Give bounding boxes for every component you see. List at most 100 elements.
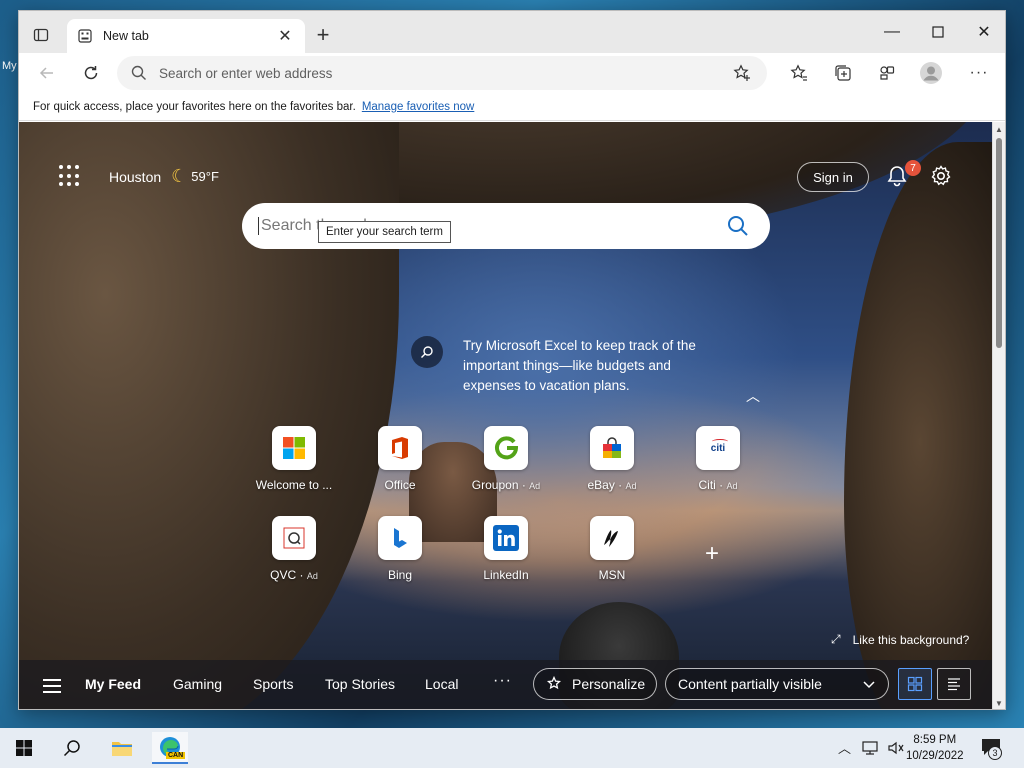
scroll-up-arrow-icon[interactable]: ▲ (995, 125, 1003, 134)
collapse-chevron-up-icon[interactable]: ︿ (746, 386, 760, 406)
quick-link-label: Bing (387, 568, 413, 582)
system-clock[interactable]: 8:59 PM 10/29/2022 (906, 732, 964, 764)
quick-link-tile[interactable]: Groupon · Ad (461, 426, 551, 492)
start-button[interactable] (6, 732, 42, 764)
groupon-icon (484, 426, 528, 470)
like-background-link[interactable]: ⤢ Like this background? (831, 632, 969, 647)
add-shortcut-plus-icon[interactable]: + (705, 540, 719, 568)
taskbar: CAN ︿ 8:59 PM 10/29/2022 3 (0, 728, 1024, 768)
quick-link-label: Groupon · Ad (471, 478, 541, 492)
windows-logo-icon (16, 740, 32, 756)
quick-link-tile[interactable]: Bing (355, 516, 445, 582)
personalize-sparkle-icon (546, 676, 562, 690)
promo-banner[interactable]: Try Microsoft Excel to keep track of the… (411, 336, 715, 396)
system-tray: ︿ (838, 738, 905, 757)
quick-link-tile[interactable]: Office (355, 426, 445, 492)
tab-title: New tab (103, 29, 149, 43)
volume-mute-icon[interactable] (887, 740, 905, 756)
minimize-button[interactable]: — (869, 11, 915, 53)
feed-tab-local[interactable]: Local (425, 676, 458, 692)
scrollbar-thumb[interactable] (996, 138, 1002, 348)
quick-link-label: QVC · Ad (270, 568, 318, 582)
search-promo-icon (411, 336, 443, 368)
new-tab-icon (77, 28, 93, 44)
quick-link-tile[interactable]: Welcome to ... (249, 426, 339, 492)
collections-button[interactable] (827, 57, 859, 89)
page-scrollbar[interactable]: ▲ ▼ (992, 122, 1005, 709)
tab-actions-button[interactable] (27, 23, 55, 47)
feed-tab-my-feed[interactable]: My Feed (85, 676, 141, 692)
profile-button[interactable] (915, 57, 947, 89)
maximize-icon (932, 26, 944, 38)
promo-text: Try Microsoft Excel to keep track of the… (463, 338, 696, 393)
collections-icon (835, 65, 851, 81)
scroll-down-arrow-icon[interactable]: ▼ (995, 699, 1003, 708)
grid-view-button[interactable] (898, 668, 932, 700)
weather-widget[interactable]: Houston ☾ 59°F (109, 166, 219, 187)
tab-strip: New tab ✕ + — ✕ (19, 11, 1005, 53)
list-view-icon (948, 678, 960, 691)
add-favorite-icon[interactable] (731, 62, 753, 84)
action-center-button[interactable]: 3 (980, 736, 1004, 760)
microsoft-icon (272, 426, 316, 470)
quick-link-tile[interactable]: LinkedIn (461, 516, 551, 582)
ebay-icon (590, 426, 634, 470)
moon-icon: ☾ (171, 166, 188, 186)
favorites-button[interactable] (783, 57, 815, 89)
feed-menu-hamburger-icon[interactable] (43, 679, 61, 697)
browser-window: New tab ✕ + — ✕ Search or enter web addr… (18, 10, 1006, 710)
quick-link-label: LinkedIn (483, 568, 529, 582)
quick-link-tile[interactable]: QVC · Ad (249, 516, 339, 582)
linkedin-icon (484, 516, 528, 560)
refresh-button[interactable] (75, 57, 107, 89)
sign-in-button[interactable]: Sign in (797, 162, 869, 192)
search-tooltip: Enter your search term (318, 221, 451, 243)
list-view-button[interactable] (937, 668, 971, 700)
close-tab-icon[interactable]: ✕ (275, 26, 295, 46)
close-window-button[interactable]: ✕ (961, 11, 1005, 53)
new-tab-page: Houston ☾ 59°F Sign in 7 Search the web … (19, 122, 994, 709)
quick-link-tile[interactable]: eBay · Ad (567, 426, 657, 492)
extensions-button[interactable] (871, 57, 903, 89)
back-button[interactable] (31, 57, 63, 89)
feed-tab-sports[interactable]: Sports (253, 676, 293, 692)
edge-badge: CAN (166, 752, 186, 759)
favorites-bar: For quick access, place your favorites h… (19, 93, 1005, 121)
clock-time: 8:59 PM (913, 734, 957, 746)
content-visibility-dropdown[interactable]: Content partially visible (665, 668, 889, 700)
extensions-icon (880, 66, 895, 80)
manage-favorites-link[interactable]: Manage favorites now (362, 101, 475, 113)
msn-icon (590, 516, 634, 560)
back-arrow-icon (39, 67, 53, 79)
network-icon[interactable] (861, 740, 879, 756)
tab-new-tab[interactable]: New tab ✕ (67, 19, 305, 53)
quick-link-tile[interactable]: MSN (567, 516, 657, 582)
address-placeholder: Search or enter web address (159, 65, 333, 81)
office-icon (378, 426, 422, 470)
new-tab-button[interactable]: + (311, 22, 335, 47)
edge-taskbar-button[interactable]: CAN (152, 732, 188, 764)
tab-actions-icon (33, 28, 49, 42)
weather-temperature: 59°F (191, 169, 219, 184)
personalize-button[interactable]: Personalize (533, 668, 657, 700)
personalize-label: Personalize (572, 676, 646, 692)
file-explorer-button[interactable] (104, 732, 140, 764)
show-hidden-icons-chevron-up-icon[interactable]: ︿ (838, 738, 851, 757)
taskbar-search-button[interactable] (54, 732, 90, 764)
app-launcher-icon[interactable] (59, 165, 81, 187)
more-icon: ··· (969, 64, 989, 81)
feed-tab-top-stories[interactable]: Top Stories (325, 676, 395, 692)
settings-more-button[interactable]: ··· (963, 57, 995, 89)
page-settings-gear-icon[interactable] (929, 164, 953, 188)
clock-date: 10/29/2022 (906, 750, 964, 762)
address-bar[interactable]: Search or enter web address (117, 56, 767, 90)
action-center-count: 3 (988, 746, 1002, 760)
quick-link-tile[interactable]: citi Citi · Ad (673, 426, 763, 492)
search-submit-icon[interactable] (726, 214, 750, 238)
maximize-button[interactable] (915, 11, 961, 53)
bing-icon (378, 516, 422, 560)
feed-tab-gaming[interactable]: Gaming (173, 676, 222, 692)
desktop-icon-label: My (2, 60, 17, 72)
navigation-toolbar: Search or enter web address ··· (19, 53, 1005, 93)
feed-more-icon[interactable]: ··· (493, 672, 512, 690)
